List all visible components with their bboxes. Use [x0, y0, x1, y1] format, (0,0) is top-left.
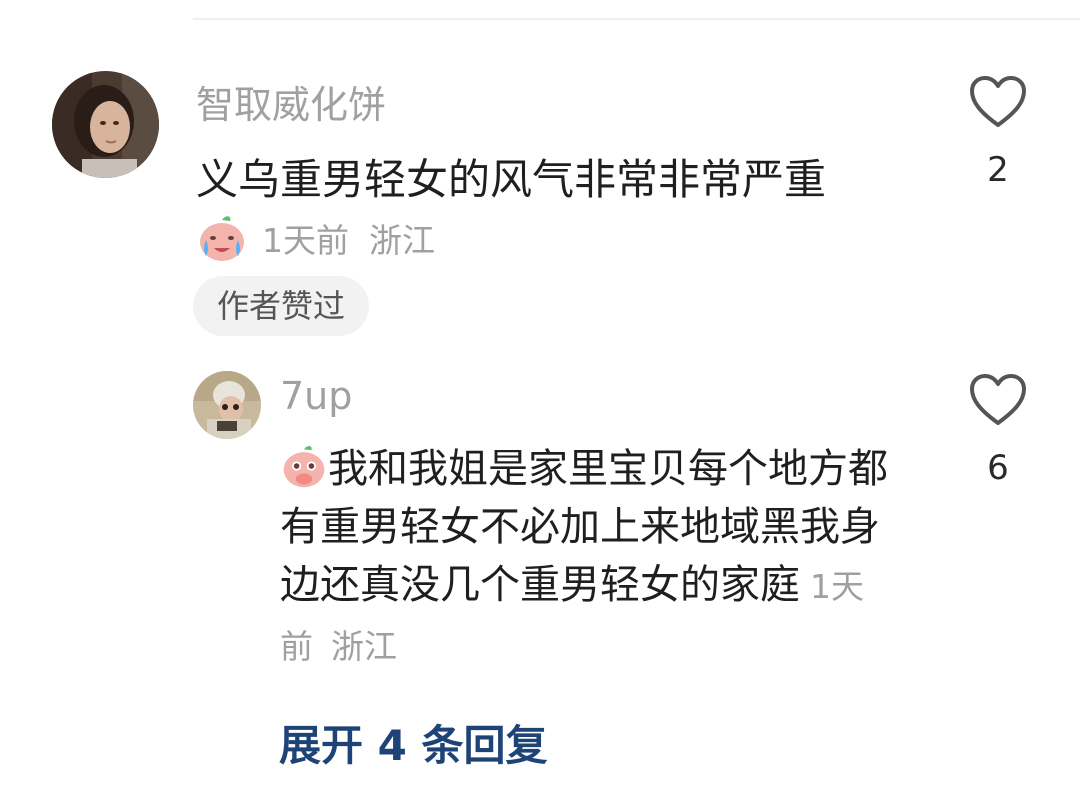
crying-peach-emoji-icon	[200, 216, 244, 261]
heart-icon[interactable]	[968, 372, 1028, 428]
commenter-avatar[interactable]	[52, 71, 159, 178]
reply-text: 我和我姐是家里宝贝每个地方都有重男轻女不必加上来地域黑我身边还真没几个重男轻女的…	[280, 446, 888, 608]
heart-icon[interactable]	[968, 74, 1028, 130]
author-liked-badge: 作者赞过	[193, 276, 370, 336]
peach-covering-mouth-emoji-icon	[283, 445, 325, 488]
expand-replies-link[interactable]: 展开 4 条回复	[279, 712, 547, 773]
comment-location: 浙江	[369, 221, 435, 260]
reply-location: 浙江	[331, 627, 397, 666]
reply-like-count: 6	[987, 448, 1009, 488]
reply-text-block[interactable]: 我和我姐是家里宝贝每个地方都有重男轻女不必加上来地域黑我身边还真没几个重男轻女的…	[280, 440, 900, 676]
commenter-username[interactable]: 智取威化饼	[196, 74, 386, 129]
comment-like-count: 2	[987, 150, 1009, 190]
reply-username[interactable]: 7up	[280, 374, 352, 418]
reply-like-button[interactable]: 6	[958, 372, 1038, 488]
comment-text[interactable]: 义乌重男轻女的风气非常非常严重	[196, 146, 826, 207]
comment-time: 1天前	[262, 221, 349, 260]
comment-like-button[interactable]: 2	[958, 74, 1038, 190]
reply-avatar[interactable]	[193, 371, 261, 439]
comment-meta: 1天前 浙江	[196, 212, 455, 265]
top-divider	[193, 18, 1080, 20]
